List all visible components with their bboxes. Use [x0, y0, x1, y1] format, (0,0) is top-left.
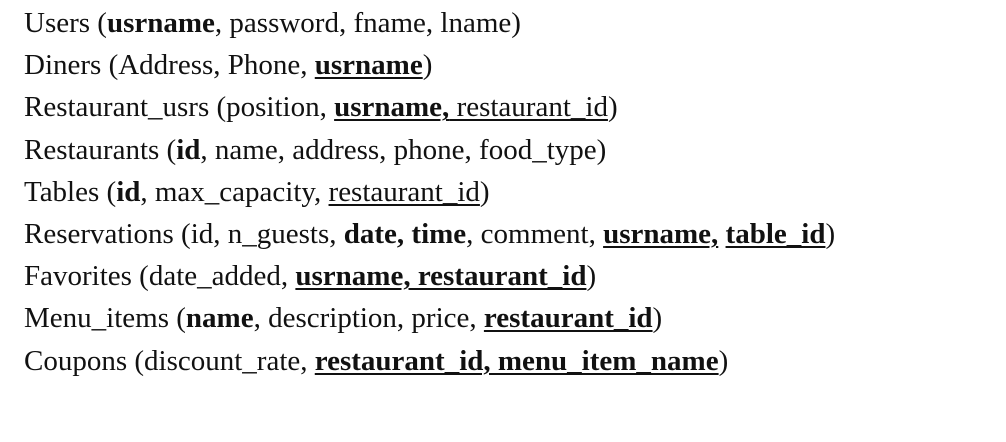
- schema-text: ): [422, 49, 433, 82]
- schema-line-coupons: Coupons (discount_rate, restaurant_id, m…: [24, 340, 835, 382]
- schema-text: Menu_items (: [24, 302, 186, 335]
- schema-line-restaurant-usrs: Restaurant_usrs (position, usrname, rest…: [24, 86, 835, 128]
- schema-line-tables: Tables (id, max_capacity, restaurant_id): [24, 171, 835, 213]
- schema-text: , description, price,: [253, 302, 484, 335]
- key-attribute-underlined: restaurant_id, menu_item_name: [314, 344, 719, 377]
- foreign-key-attribute: restaurant_id: [328, 175, 480, 208]
- foreign-key-attribute: restaurant_id: [449, 91, 608, 124]
- key-attribute-underlined: restaurant_id: [483, 302, 653, 335]
- relational-schema: Users (usrname, password, fname, lname) …: [24, 2, 835, 382]
- schema-line-diners: Diners (Address, Phone, usrname): [24, 44, 835, 86]
- schema-text: Favorites (date_added,: [24, 260, 296, 293]
- schema-line-favorites: Favorites (date_added, usrname, restaura…: [24, 255, 835, 297]
- schema-text: ): [718, 344, 729, 377]
- schema-text: Users (: [24, 7, 107, 39]
- key-attribute-underlined: usrname,: [603, 217, 719, 250]
- key-attribute: date, time: [343, 217, 467, 250]
- schema-text: ): [825, 217, 836, 250]
- schema-text: , password, fname, lname): [214, 7, 521, 39]
- schema-line-users: Users (usrname, password, fname, lname): [24, 2, 835, 44]
- schema-line-restaurants: Restaurants (id, name, address, phone, f…: [24, 129, 835, 171]
- schema-text: , name, address, phone, food_type): [200, 133, 607, 166]
- key-attribute-underlined: table_id: [725, 217, 826, 250]
- schema-text: ): [607, 91, 618, 124]
- schema-text: ): [652, 302, 663, 335]
- schema-text: Diners (Address, Phone,: [24, 49, 315, 82]
- schema-text: ): [479, 175, 490, 208]
- schema-text: , max_capacity,: [140, 175, 329, 208]
- key-attribute: usrname: [106, 7, 215, 39]
- schema-text: [718, 218, 725, 250]
- key-attribute: name: [185, 302, 254, 335]
- schema-text: Coupons (discount_rate,: [24, 344, 315, 377]
- key-attribute-underlined: usrname: [314, 49, 423, 82]
- key-attribute-underlined: usrname,: [334, 91, 450, 124]
- key-attribute: id: [176, 133, 201, 166]
- key-attribute: id: [116, 175, 141, 208]
- schema-text: Tables (: [24, 175, 117, 208]
- schema-text: ): [586, 260, 597, 293]
- schema-line-menu-items: Menu_items (name, description, price, re…: [24, 297, 835, 339]
- key-attribute-underlined: usrname, restaurant_id: [295, 260, 587, 293]
- schema-text: , comment,: [466, 217, 604, 250]
- schema-text: Restaurants (: [24, 133, 177, 166]
- schema-line-reservations: Reservations (id, n_guests, date, time, …: [24, 213, 835, 255]
- schema-text: Reservations (id, n_guests,: [24, 217, 344, 250]
- schema-text: Restaurant_usrs (position,: [24, 91, 335, 124]
